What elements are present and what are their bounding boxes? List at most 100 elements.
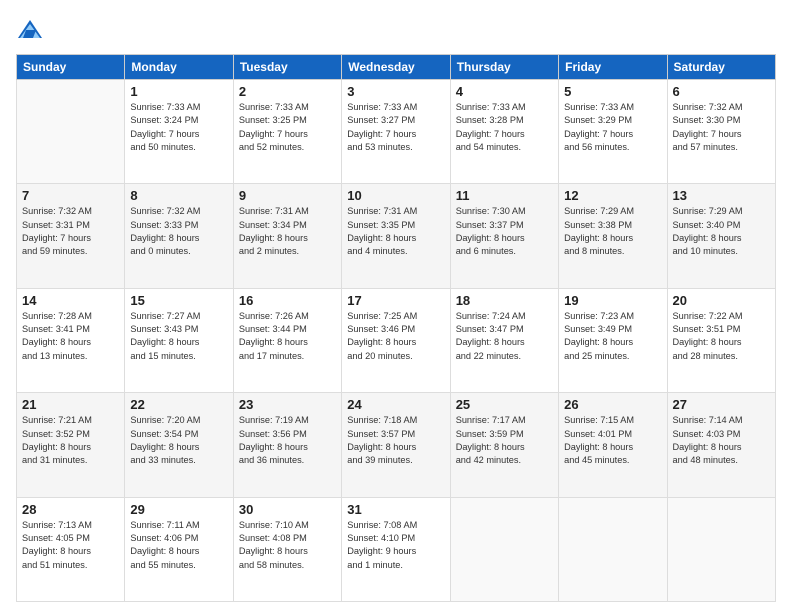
cell-content: Sunrise: 7:20 AM Sunset: 3:54 PM Dayligh… (130, 414, 227, 467)
cell-content: Sunrise: 7:25 AM Sunset: 3:46 PM Dayligh… (347, 310, 444, 363)
calendar-cell: 9 Sunrise: 7:31 AM Sunset: 3:34 PM Daylig… (233, 184, 341, 288)
calendar-cell: 23 Sunrise: 7:19 AM Sunset: 3:56 PM Dayli… (233, 393, 341, 497)
cell-content: Sunrise: 7:08 AM Sunset: 4:10 PM Dayligh… (347, 519, 444, 572)
day-number: 10 (347, 188, 444, 203)
calendar-cell: 14 Sunrise: 7:28 AM Sunset: 3:41 PM Dayli… (17, 288, 125, 392)
cell-content: Sunrise: 7:11 AM Sunset: 4:06 PM Dayligh… (130, 519, 227, 572)
day-number: 16 (239, 293, 336, 308)
cell-content: Sunrise: 7:26 AM Sunset: 3:44 PM Dayligh… (239, 310, 336, 363)
cell-content: Sunrise: 7:24 AM Sunset: 3:47 PM Dayligh… (456, 310, 553, 363)
cell-content: Sunrise: 7:18 AM Sunset: 3:57 PM Dayligh… (347, 414, 444, 467)
calendar-cell: 3Sunrise: 7:33 AM Sunset: 3:27 PM Daylig… (342, 80, 450, 184)
calendar-cell: 8 Sunrise: 7:32 AM Sunset: 3:33 PM Daylig… (125, 184, 233, 288)
day-number: 28 (22, 502, 119, 517)
calendar-cell: 6 Sunrise: 7:32 AM Sunset: 3:30 PM Daylig… (667, 80, 775, 184)
calendar-header-row: SundayMondayTuesdayWednesdayThursdayFrid… (17, 55, 776, 80)
week-row-4: 21 Sunrise: 7:21 AM Sunset: 3:52 PM Dayli… (17, 393, 776, 497)
day-number: 12 (564, 188, 661, 203)
calendar-cell: 11 Sunrise: 7:30 AM Sunset: 3:37 PM Dayli… (450, 184, 558, 288)
cell-content: Sunrise: 7:21 AM Sunset: 3:52 PM Dayligh… (22, 414, 119, 467)
day-number: 23 (239, 397, 336, 412)
day-number: 8 (130, 188, 227, 203)
cell-content: Sunrise: 7:27 AM Sunset: 3:43 PM Dayligh… (130, 310, 227, 363)
cell-content: Sunrise: 7:23 AM Sunset: 3:49 PM Dayligh… (564, 310, 661, 363)
day-number: 7 (22, 188, 119, 203)
cell-content: Sunrise: 7:33 AM Sunset: 3:25 PM Dayligh… (239, 101, 336, 154)
calendar: SundayMondayTuesdayWednesdayThursdayFrid… (16, 54, 776, 602)
calendar-cell: 17 Sunrise: 7:25 AM Sunset: 3:46 PM Dayli… (342, 288, 450, 392)
cell-content: Sunrise: 7:15 AM Sunset: 4:01 PM Dayligh… (564, 414, 661, 467)
calendar-cell: 13 Sunrise: 7:29 AM Sunset: 3:40 PM Dayli… (667, 184, 775, 288)
calendar-cell (17, 80, 125, 184)
calendar-cell: 5 Sunrise: 7:33 AM Sunset: 3:29 PM Daylig… (559, 80, 667, 184)
calendar-cell: 15Sunrise: 7:27 AM Sunset: 3:43 PM Dayli… (125, 288, 233, 392)
calendar-cell: 1 Sunrise: 7:33 AM Sunset: 3:24 PM Daylig… (125, 80, 233, 184)
cell-content: Sunrise: 7:29 AM Sunset: 3:38 PM Dayligh… (564, 205, 661, 258)
calendar-cell: 4 Sunrise: 7:33 AM Sunset: 3:28 PM Daylig… (450, 80, 558, 184)
day-number: 5 (564, 84, 661, 99)
calendar-cell: 18 Sunrise: 7:24 AM Sunset: 3:47 PM Dayli… (450, 288, 558, 392)
calendar-cell: 26 Sunrise: 7:15 AM Sunset: 4:01 PM Dayli… (559, 393, 667, 497)
cell-content: Sunrise: 7:31 AM Sunset: 3:35 PM Dayligh… (347, 205, 444, 258)
week-row-1: 1 Sunrise: 7:33 AM Sunset: 3:24 PM Daylig… (17, 80, 776, 184)
day-number: 1 (130, 84, 227, 99)
day-number: 19 (564, 293, 661, 308)
day-number: 17 (347, 293, 444, 308)
calendar-cell: 16 Sunrise: 7:26 AM Sunset: 3:44 PM Dayli… (233, 288, 341, 392)
calendar-cell: 25Sunrise: 7:17 AM Sunset: 3:59 PM Dayli… (450, 393, 558, 497)
calendar-header-tuesday: Tuesday (233, 55, 341, 80)
calendar-cell: 27 Sunrise: 7:14 AM Sunset: 4:03 PM Dayli… (667, 393, 775, 497)
logo (16, 16, 48, 44)
day-number: 13 (673, 188, 770, 203)
calendar-cell: 28 Sunrise: 7:13 AM Sunset: 4:05 PM Dayli… (17, 497, 125, 601)
day-number: 31 (347, 502, 444, 517)
day-number: 25 (456, 397, 553, 412)
cell-content: Sunrise: 7:32 AM Sunset: 3:33 PM Dayligh… (130, 205, 227, 258)
day-number: 24 (347, 397, 444, 412)
day-number: 30 (239, 502, 336, 517)
calendar-cell: 10 Sunrise: 7:31 AM Sunset: 3:35 PM Dayli… (342, 184, 450, 288)
calendar-cell: 22 Sunrise: 7:20 AM Sunset: 3:54 PM Dayli… (125, 393, 233, 497)
day-number: 26 (564, 397, 661, 412)
day-number: 27 (673, 397, 770, 412)
calendar-cell (667, 497, 775, 601)
cell-content: Sunrise: 7:14 AM Sunset: 4:03 PM Dayligh… (673, 414, 770, 467)
calendar-cell (450, 497, 558, 601)
day-number: 2 (239, 84, 336, 99)
calendar-cell: 24 Sunrise: 7:18 AM Sunset: 3:57 PM Dayli… (342, 393, 450, 497)
calendar-cell (559, 497, 667, 601)
cell-content: Sunrise: 7:28 AM Sunset: 3:41 PM Dayligh… (22, 310, 119, 363)
cell-content: Sunrise: 7:31 AM Sunset: 3:34 PM Dayligh… (239, 205, 336, 258)
day-number: 14 (22, 293, 119, 308)
day-number: 9 (239, 188, 336, 203)
cell-content: Sunrise: 7:32 AM Sunset: 3:30 PM Dayligh… (673, 101, 770, 154)
day-number: 11 (456, 188, 553, 203)
cell-content: Sunrise: 7:33 AM Sunset: 3:28 PM Dayligh… (456, 101, 553, 154)
day-number: 21 (22, 397, 119, 412)
cell-content: Sunrise: 7:33 AM Sunset: 3:29 PM Dayligh… (564, 101, 661, 154)
day-number: 22 (130, 397, 227, 412)
logo-icon (16, 16, 44, 44)
day-number: 6 (673, 84, 770, 99)
calendar-header-friday: Friday (559, 55, 667, 80)
day-number: 3 (347, 84, 444, 99)
cell-content: Sunrise: 7:13 AM Sunset: 4:05 PM Dayligh… (22, 519, 119, 572)
calendar-cell: 30Sunrise: 7:10 AM Sunset: 4:08 PM Dayli… (233, 497, 341, 601)
calendar-cell: 7 Sunrise: 7:32 AM Sunset: 3:31 PM Daylig… (17, 184, 125, 288)
cell-content: Sunrise: 7:22 AM Sunset: 3:51 PM Dayligh… (673, 310, 770, 363)
cell-content: Sunrise: 7:29 AM Sunset: 3:40 PM Dayligh… (673, 205, 770, 258)
cell-content: Sunrise: 7:33 AM Sunset: 3:24 PM Dayligh… (130, 101, 227, 154)
day-number: 4 (456, 84, 553, 99)
calendar-header-sunday: Sunday (17, 55, 125, 80)
calendar-cell: 31 Sunrise: 7:08 AM Sunset: 4:10 PM Dayli… (342, 497, 450, 601)
cell-content: Sunrise: 7:19 AM Sunset: 3:56 PM Dayligh… (239, 414, 336, 467)
calendar-header-monday: Monday (125, 55, 233, 80)
calendar-cell: 29Sunrise: 7:11 AM Sunset: 4:06 PM Dayli… (125, 497, 233, 601)
header (16, 16, 776, 44)
calendar-cell: 19 Sunrise: 7:23 AM Sunset: 3:49 PM Dayli… (559, 288, 667, 392)
day-number: 18 (456, 293, 553, 308)
cell-content: Sunrise: 7:30 AM Sunset: 3:37 PM Dayligh… (456, 205, 553, 258)
calendar-header-saturday: Saturday (667, 55, 775, 80)
cell-content: Sunrise: 7:32 AM Sunset: 3:31 PM Dayligh… (22, 205, 119, 258)
day-number: 20 (673, 293, 770, 308)
